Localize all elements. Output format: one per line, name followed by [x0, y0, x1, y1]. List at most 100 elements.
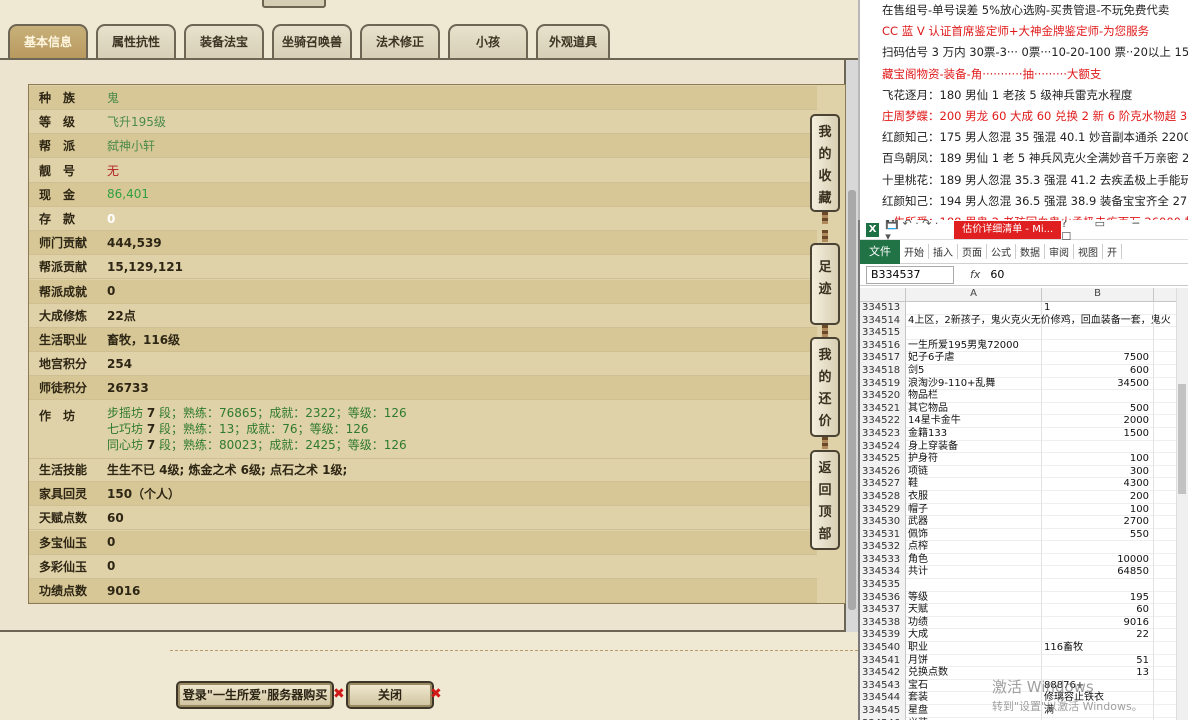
- cell-a[interactable]: 身上穿装备: [906, 440, 1042, 454]
- cell-a[interactable]: 等级: [906, 591, 1042, 605]
- ribbon-tab[interactable]: 审阅: [1045, 244, 1074, 259]
- column-header-b[interactable]: B: [1042, 288, 1154, 301]
- row-number[interactable]: 334542: [860, 667, 906, 680]
- ticker-line[interactable]: 百鸟朝凤：189 男仙 1 老 5 神兵风克火全满妙音千万亲密 228: [860, 148, 1188, 169]
- row-number[interactable]: 334517: [860, 352, 906, 365]
- cell-a[interactable]: [906, 327, 1042, 340]
- row-number[interactable]: 334539: [860, 629, 906, 643]
- cell-b[interactable]: 100: [1042, 503, 1154, 517]
- cell-b[interactable]: [1042, 314, 1154, 328]
- cell-b[interactable]: [1042, 541, 1154, 554]
- row-number[interactable]: 334532: [860, 541, 906, 554]
- cell-b[interactable]: [1042, 440, 1154, 454]
- my-collection-button[interactable]: 我的收藏: [810, 114, 840, 212]
- cell-a[interactable]: 其它物品: [906, 402, 1042, 416]
- ribbon-tab[interactable]: 公式: [987, 244, 1016, 259]
- cell-a[interactable]: [906, 579, 1042, 592]
- cell-b[interactable]: 7500: [1042, 352, 1154, 365]
- fx-icon[interactable]: fx: [970, 268, 980, 281]
- cell-b[interactable]: 300: [1042, 465, 1154, 479]
- row-number[interactable]: 334533: [860, 553, 906, 567]
- ticker-line[interactable]: 红颜知己：194 男人忽混 36.5 强混 38.9 装备宝宝齐全 27500: [860, 191, 1188, 212]
- cell-a[interactable]: 帽子: [906, 503, 1042, 517]
- tab-attributes[interactable]: 属性抗性: [96, 24, 176, 58]
- top-button-stub[interactable]: [262, 0, 326, 8]
- sheet-scrollbar[interactable]: [1176, 288, 1188, 720]
- cell-a[interactable]: 浪淘沙9-110+乱舞: [906, 377, 1042, 391]
- cell-b[interactable]: [1042, 390, 1154, 403]
- row-number[interactable]: 334531: [860, 528, 906, 542]
- row-number[interactable]: 334537: [860, 604, 906, 617]
- file-tab[interactable]: 文件: [860, 239, 900, 264]
- row-number[interactable]: 334525: [860, 453, 906, 466]
- footprint-button[interactable]: 足迹: [810, 243, 840, 325]
- row-number[interactable]: 334541: [860, 654, 906, 668]
- cell-b[interactable]: 34500: [1042, 377, 1154, 391]
- cell-b[interactable]: 500: [1042, 402, 1154, 416]
- row-number[interactable]: 334534: [860, 566, 906, 580]
- ticker-line[interactable]: 飞花逐月：180 男仙 1 老孩 5 级神兵雷克水程度: [860, 85, 1188, 106]
- formula-input[interactable]: 60: [990, 268, 1004, 281]
- cell-a[interactable]: 妃子6子虐: [906, 352, 1042, 365]
- row-number[interactable]: 334545: [860, 705, 906, 718]
- tab-mount-summon[interactable]: 坐骑召唤兽: [272, 24, 352, 58]
- ticker-line[interactable]: 十里桃花：189 男人忽混 35.3 强混 41.2 去疾孟极上手能玩 26: [860, 170, 1188, 191]
- row-number[interactable]: 334540: [860, 642, 906, 655]
- ribbon-tab[interactable]: 开始: [900, 244, 929, 259]
- cell-a[interactable]: 剑5: [906, 364, 1042, 378]
- login-server-buy-button[interactable]: 登录"一生所爱"服务器购买: [176, 681, 334, 709]
- cell-a[interactable]: 角色: [906, 553, 1042, 567]
- ticker-line[interactable]: CC 蓝 V 认证首席鉴定师+大神金牌鉴定师-为您服务: [860, 21, 1188, 42]
- cell-b[interactable]: 10000: [1042, 553, 1154, 567]
- row-number[interactable]: 334530: [860, 516, 906, 529]
- cell-b[interactable]: 550: [1042, 528, 1154, 542]
- my-bargain-button[interactable]: 我的还价: [810, 337, 840, 437]
- ticker-line[interactable]: 在售组号-单号误差 5%放心选购-买贵管退-不玩免费代卖: [860, 0, 1188, 21]
- cell-a[interactable]: 武器: [906, 516, 1042, 529]
- row-number[interactable]: 334513: [860, 302, 906, 315]
- cell-a[interactable]: 护身符: [906, 453, 1042, 466]
- tab-spells[interactable]: 法术修正: [360, 24, 440, 58]
- column-header-a[interactable]: A: [906, 288, 1042, 301]
- ticker-line[interactable]: 藏宝阁物资-装备-角···········抽·········大额支: [860, 64, 1188, 85]
- row-number[interactable]: 334529: [860, 503, 906, 517]
- row-number[interactable]: 334516: [860, 339, 906, 353]
- tab-basic-info[interactable]: 基本信息: [8, 24, 88, 58]
- ribbon-tab[interactable]: 数据: [1016, 244, 1045, 259]
- cell-a[interactable]: [906, 302, 1042, 315]
- cell-b[interactable]: 51: [1042, 654, 1154, 668]
- row-number[interactable]: 334519: [860, 377, 906, 391]
- cell-b[interactable]: [1042, 327, 1154, 340]
- window-controls[interactable]: ? ▭ ─ ☐: [1061, 220, 1188, 243]
- ticker-line[interactable]: 一生所爱：188 男鬼 2 老孩回血鬼火孟极去疾百万 26000 特价: [860, 212, 1188, 220]
- cell-a[interactable]: 4上区，2新孩子，鬼火克火无价修鸡，回血装备一套，鬼火: [906, 314, 1171, 328]
- ribbon-tab[interactable]: 插入: [929, 244, 958, 259]
- row-number[interactable]: 334527: [860, 478, 906, 491]
- cell-b[interactable]: 2700: [1042, 516, 1154, 529]
- row-number[interactable]: 334514: [860, 314, 906, 328]
- cell-a[interactable]: 共计: [906, 566, 1042, 580]
- row-number[interactable]: 334535: [860, 579, 906, 592]
- ribbon-tab[interactable]: 开: [1103, 244, 1122, 259]
- row-number[interactable]: 334515: [860, 327, 906, 340]
- cell-a[interactable]: 鞋: [906, 478, 1042, 491]
- cell-a[interactable]: 14星卡金牛: [906, 415, 1042, 428]
- cell-a[interactable]: 项链: [906, 465, 1042, 479]
- close-x-icon[interactable]: ✖: [333, 686, 345, 702]
- spreadsheet-grid[interactable]: A B 334513 1 334514 4上区，2新孩子，鬼火克火无价修鸡，回血装备一…: [860, 288, 1188, 720]
- cell-a[interactable]: 职业: [906, 642, 1042, 655]
- corner-cell[interactable]: [860, 288, 906, 301]
- cell-b[interactable]: 116畜牧: [1042, 642, 1154, 655]
- cell-b[interactable]: 100: [1042, 453, 1154, 466]
- row-number[interactable]: 334528: [860, 490, 906, 504]
- cell-a[interactable]: 功绩: [906, 616, 1042, 630]
- cell-a[interactable]: 大成: [906, 629, 1042, 643]
- row-number[interactable]: 334526: [860, 465, 906, 479]
- ticker-line[interactable]: 扫码估号 3 万内 30票-3··· 0票···10-20-100 票··20以…: [860, 42, 1188, 63]
- cell-b[interactable]: 1500: [1042, 427, 1154, 441]
- cell-a[interactable]: 金籍133: [906, 427, 1042, 441]
- row-number[interactable]: 334521: [860, 402, 906, 416]
- cell-b[interactable]: 4300: [1042, 478, 1154, 491]
- close-button[interactable]: 关闭: [346, 681, 434, 709]
- row-number[interactable]: 334520: [860, 390, 906, 403]
